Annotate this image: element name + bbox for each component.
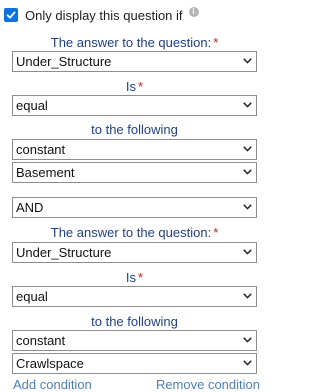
operator-select-1[interactable]: equal <box>12 95 257 116</box>
info-icon[interactable]: i <box>188 7 199 17</box>
constant-value-select-1[interactable]: Basement <box>12 162 257 183</box>
required-marker: * <box>138 79 144 94</box>
checkmark-icon <box>6 11 16 19</box>
chevron-down-icon <box>243 337 252 343</box>
display-condition-label: Only display this question if <box>25 7 183 23</box>
is-label-1: Is * <box>125 79 144 94</box>
value-type-select-2[interactable]: constant <box>12 330 257 351</box>
is-label-2: Is * <box>125 270 144 285</box>
chevron-down-icon <box>243 249 252 255</box>
chevron-down-icon <box>243 169 252 175</box>
constant-value-select-2[interactable]: Crawlspace <box>12 353 257 374</box>
required-marker: * <box>213 35 219 50</box>
chevron-down-icon <box>243 58 252 64</box>
chevron-down-icon <box>243 360 252 366</box>
display-condition-checkbox[interactable] <box>4 8 18 22</box>
question-label-2: The answer to the question: * <box>50 225 219 240</box>
add-condition-link[interactable]: Add condition <box>13 377 92 392</box>
chevron-down-icon <box>243 102 252 108</box>
chevron-down-icon <box>243 146 252 152</box>
operator-select-2[interactable]: equal <box>12 286 257 307</box>
remove-condition-link[interactable]: Remove condition <box>156 377 260 392</box>
logical-operator-select[interactable]: AND <box>12 197 257 218</box>
display-condition-toggle[interactable]: Only display this question if i <box>4 6 199 24</box>
required-marker: * <box>138 270 144 285</box>
following-label-2: to the following <box>91 314 178 329</box>
question-select-1[interactable]: Under_Structure <box>12 51 257 72</box>
question-label-1: The answer to the question: * <box>50 35 219 50</box>
question-select-2[interactable]: Under_Structure <box>12 242 257 263</box>
following-label-1: to the following <box>91 122 178 137</box>
chevron-down-icon <box>243 293 252 299</box>
chevron-down-icon <box>243 204 252 210</box>
value-type-select-1[interactable]: constant <box>12 139 257 160</box>
required-marker: * <box>213 225 219 240</box>
